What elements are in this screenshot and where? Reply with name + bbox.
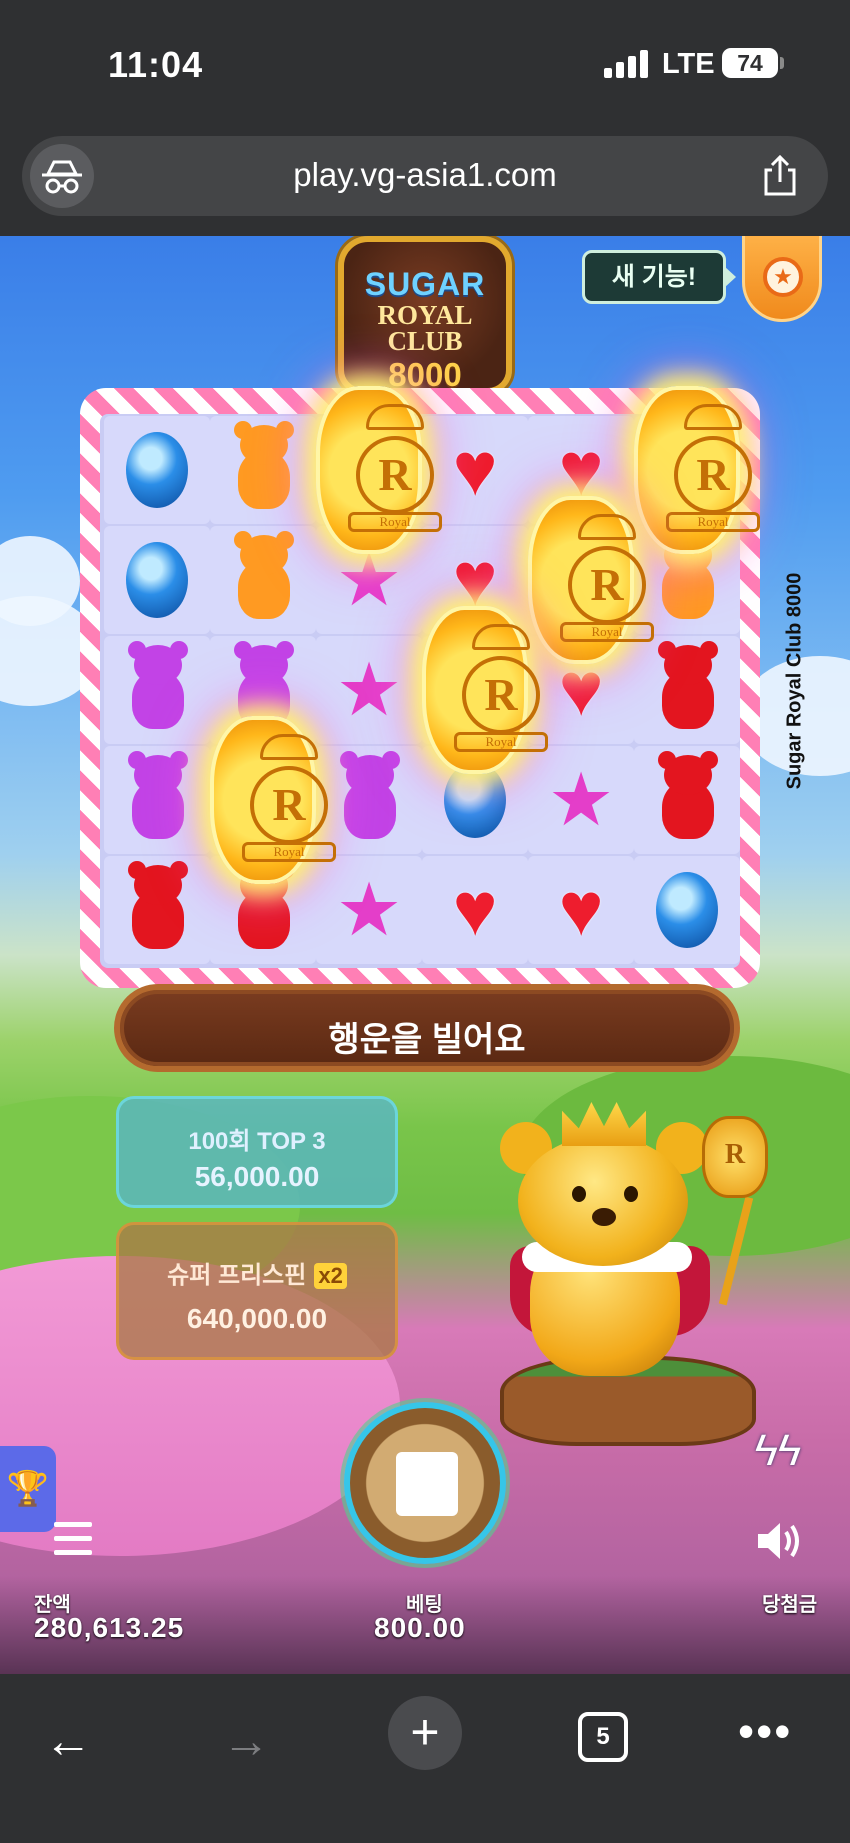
arrow-left-icon[interactable]: ← [44, 1718, 92, 1766]
banner-text: 행운을 빌어요 [328, 1021, 526, 1059]
lightning-icon[interactable]: ϟϟ [752, 1420, 804, 1482]
multiplier-badge: x2 [314, 1263, 347, 1289]
buy-freespin-title: 슈퍼 프리스핀 x2 [119, 1255, 395, 1290]
browser-toolbar: ← → + 5 ••• [0, 1674, 850, 1843]
red-heart-symbol: ♥ [558, 867, 604, 952]
tooltip-arrow [724, 266, 736, 288]
side-title: Sugar Royal Club 8000 [780, 566, 810, 796]
share-icon[interactable] [760, 154, 800, 198]
win-label: 당첨금 [762, 1594, 818, 1616]
game-logo: SUGAR ROYAL CLUB 8000 [338, 236, 512, 394]
plus-icon[interactable]: + [388, 1696, 462, 1770]
royal-scatter-symbol: R Royal [210, 716, 336, 884]
pink-star-symbol: ★ [547, 758, 615, 841]
clock: 11:04 [108, 44, 204, 85]
stop-icon [396, 1452, 458, 1516]
logo-word-club: CLUB [387, 326, 463, 356]
logo-word-sugar: SUGAR [364, 266, 486, 302]
blue-candy-symbol [104, 416, 210, 524]
spin-button[interactable] [344, 1402, 506, 1564]
balance-value: 280,613.25 [34, 1612, 185, 1643]
blue-candy-symbol [634, 856, 740, 964]
status-bar: 11:04 LTE 74 [0, 0, 850, 126]
address-bar[interactable]: play.vg-asia1.com [22, 136, 828, 216]
logo-word-royal: ROYAL [377, 300, 473, 330]
new-feature-tooltip[interactable]: 새 기능! [582, 250, 726, 304]
medal-icon: ★ [763, 257, 803, 297]
royal-scatter-symbol: R Royal [634, 386, 760, 554]
purple-bear-symbol [104, 746, 210, 854]
network-type: LTE [662, 48, 715, 80]
signal-icon [604, 50, 648, 78]
symbol-grid: R Royal ♥ ♥ R Royal ★ ♥ R Royal ★ R Royal ♥ R Royal ★ ★ ♥ ♥ [100, 386, 760, 968]
red-bear-symbol [634, 636, 740, 744]
side-title-text: Sugar Royal Club 8000 [783, 572, 806, 790]
mascot-eye [572, 1186, 586, 1202]
arrow-right-icon[interactable]: → [222, 1718, 270, 1766]
crown-icon [562, 1102, 646, 1146]
red-heart-symbol: ♥ [452, 427, 498, 512]
buy-super-freespin-button[interactable]: 슈퍼 프리스핀 x2 640,000.00 [116, 1222, 398, 1360]
purple-bear-symbol [316, 746, 422, 854]
orange-bear-symbol [210, 416, 316, 524]
mascot-head [518, 1136, 688, 1266]
tabs-icon[interactable]: 5 [578, 1712, 628, 1762]
mascot-nose [592, 1208, 616, 1226]
reel-frame: R Royal ♥ ♥ R Royal ★ ♥ R Royal ★ R Royal ♥ R Royal ★ ★ ♥ ♥ [80, 386, 760, 988]
buy-freespin-price: 640,000.00 [186, 1303, 328, 1334]
battery-icon: 74 [722, 48, 778, 78]
pink-star-symbol: ★ [335, 648, 403, 731]
battery-tip [780, 57, 784, 69]
purple-bear-symbol [104, 636, 210, 744]
scepter-stick [718, 1196, 754, 1306]
url-text[interactable]: play.vg-asia1.com [22, 156, 828, 194]
message-banner: 행운을 빌어요 [114, 984, 740, 1072]
more-dots-icon[interactable]: ••• [738, 1708, 792, 1754]
speaker-icon[interactable] [754, 1518, 804, 1564]
bet-value[interactable]: 800.00 [374, 1612, 466, 1644]
buy-freespin-label: 슈퍼 프리스핀 [167, 1262, 307, 1289]
royal-scatter-symbol: R Royal [316, 386, 442, 554]
trophy-icon[interactable]: 🏆 [0, 1446, 56, 1532]
red-bear-symbol [634, 746, 740, 854]
game-canvas[interactable]: SUGAR ROYAL CLUB 8000 새 기능! ★ R Royal ♥ ♥ R R… [0, 236, 850, 1674]
buy-top3-button[interactable]: 100회 TOP 3 56,000.00 [116, 1096, 398, 1208]
buy-top3-title: 100회 TOP 3 [188, 1128, 326, 1155]
blue-candy-symbol [104, 526, 210, 634]
orange-bear-symbol [210, 526, 316, 634]
king-bear-mascot: R [470, 1096, 770, 1446]
achievement-tab[interactable]: ★ [742, 236, 822, 322]
red-heart-symbol: ♥ [452, 867, 498, 952]
mascot-eye [624, 1186, 638, 1202]
royal-scatter-symbol: R Royal [528, 496, 654, 664]
menu-icon[interactable] [54, 1522, 94, 1556]
buy-top3-price: 56,000.00 [194, 1161, 320, 1192]
royal-scatter-symbol: R Royal [422, 606, 548, 774]
pink-star-symbol: ★ [335, 868, 403, 951]
red-bear-symbol [104, 856, 210, 964]
scepter-emblem: R [702, 1116, 768, 1198]
